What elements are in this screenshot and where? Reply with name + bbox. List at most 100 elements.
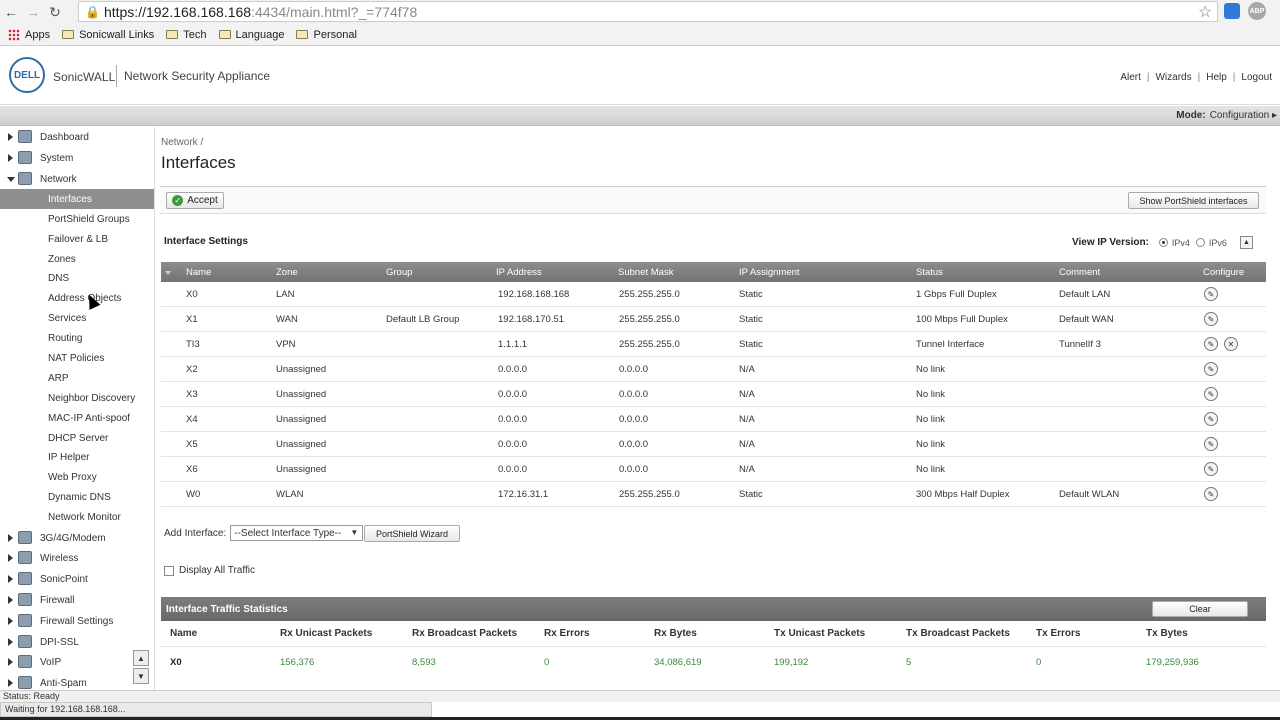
table-row[interactable]: X6 Unassigned 0.0.0.0 0.0.0.0 N/A No link ✎ <box>161 457 1266 482</box>
table-row[interactable]: W0 WLAN 172.16.31.1 255.255.255.0 Static 300 … <box>161 482 1266 507</box>
bookmark-tech[interactable]: Tech <box>166 29 207 41</box>
edit-icon[interactable]: ✎ <box>1204 437 1218 451</box>
edit-icon[interactable]: ✎ <box>1204 487 1218 501</box>
sidebar-item-dynamic-dns[interactable]: Dynamic DNS <box>0 488 154 508</box>
sidebar-item-web-proxy[interactable]: Web Proxy <box>0 468 154 488</box>
bookmark-apps[interactable]: Apps <box>8 28 51 41</box>
edit-icon[interactable]: ✎ <box>1204 462 1218 476</box>
sidebar-item-portshield-groups[interactable]: PortShield Groups <box>0 209 154 229</box>
table-row[interactable]: TI3 VPN 1.1.1.1 255.255.255.0 Static Tunnel I… <box>161 332 1266 357</box>
table-row[interactable]: X1 WAN Default LB Group 192.168.170.51 255.2… <box>161 307 1266 332</box>
col-ip-assignment[interactable]: IP Assignment <box>739 262 800 282</box>
sidebar-item-failover-lb[interactable]: Failover & LB <box>0 229 154 249</box>
bookmark-label: Apps <box>25 28 51 41</box>
col-group[interactable]: Group <box>386 262 412 282</box>
edit-icon[interactable]: ✎ <box>1204 362 1218 376</box>
expand-icon <box>8 616 13 625</box>
sidebar-item-sonicpoint[interactable]: SonicPoint <box>0 569 154 590</box>
sidebar-item-services[interactable]: Services <box>0 309 154 329</box>
table-row[interactable]: X0 LAN 192.168.168.168 255.255.255.0 Static 1… <box>161 282 1266 307</box>
table-row[interactable]: X3 Unassigned 0.0.0.0 0.0.0.0 N/A No link ✎ <box>161 382 1266 407</box>
sidebar-item-routing[interactable]: Routing <box>0 329 154 349</box>
logout-link[interactable]: Logout <box>1241 72 1272 83</box>
sidebar-item-interfaces[interactable]: Interfaces <box>0 189 154 210</box>
reload-icon[interactable]: ↻ <box>44 1 66 23</box>
sidebar-item-nat-policies[interactable]: NAT Policies <box>0 349 154 369</box>
table-cell: 0.0.0.0 <box>498 463 528 475</box>
forward-icon[interactable]: → <box>22 1 44 23</box>
col-status[interactable]: Status <box>916 262 943 282</box>
sidebar-item-ip-helper[interactable]: IP Helper <box>0 448 154 468</box>
show-portshield-button[interactable]: Show PortShield interfaces <box>1128 192 1259 209</box>
sidebar-item-network[interactable]: Network <box>0 169 154 190</box>
table-row[interactable]: X5 Unassigned 0.0.0.0 0.0.0.0 N/A No link ✎ <box>161 432 1266 457</box>
url-host: https://192.168.168.168 <box>103 3 252 20</box>
edit-icon[interactable]: ✎ <box>1204 287 1218 301</box>
ipv6-radio[interactable] <box>1195 238 1205 247</box>
sidebar-item-firewall-settings[interactable]: Firewall Settings <box>0 611 154 632</box>
accept-button[interactable]: ✓ Accept <box>166 192 224 209</box>
edit-icon[interactable]: ✎ <box>1204 412 1218 426</box>
bookmark-personal[interactable]: Personal <box>296 29 357 41</box>
sidebar-item-dashboard[interactable]: Dashboard <box>0 127 154 148</box>
sidebar-item-firewall[interactable]: Firewall <box>0 590 154 611</box>
sidebar-item-dns[interactable]: DNS <box>0 269 154 289</box>
sidebar-label: SonicPoint <box>40 574 88 586</box>
collapse-section-icon[interactable]: ▲ <box>1240 236 1253 249</box>
bookmark-language[interactable]: Language <box>218 29 284 41</box>
edit-icon[interactable]: ✎ <box>1204 337 1218 351</box>
sidebar-item-system[interactable]: System <box>0 148 154 169</box>
sidebar-item-neighbor-discovery[interactable]: Neighbor Discovery <box>0 388 154 408</box>
edit-icon[interactable]: ✎ <box>1204 387 1218 401</box>
adblock-icon[interactable]: ABP <box>1248 2 1266 20</box>
stats-header: Interface Traffic Statistics Clear <box>161 597 1266 621</box>
col-comment[interactable]: Comment <box>1059 262 1100 282</box>
bookmark-label: Sonicwall Links <box>79 28 155 41</box>
col-ip-address[interactable]: IP Address <box>496 262 542 282</box>
sidebar-item-network-monitor[interactable]: Network Monitor <box>0 508 154 528</box>
col-zone[interactable]: Zone <box>276 262 298 282</box>
address-bar[interactable]: 🔒 https://192.168.168.168:4434/main.html… <box>78 1 1218 22</box>
help-link[interactable]: Help <box>1206 72 1227 83</box>
table-body: X0 LAN 192.168.168.168 255.255.255.0 Static 1… <box>161 282 1266 507</box>
expand-icon <box>8 575 13 584</box>
delete-icon[interactable]: ✕ <box>1224 337 1238 351</box>
table-row[interactable]: X2 Unassigned 0.0.0.0 0.0.0.0 N/A No link ✎ <box>161 357 1266 382</box>
sidebar-item-3g-4g-modem[interactable]: 3G/4G/Modem <box>0 528 154 549</box>
modem-icon <box>18 530 32 544</box>
sort-icon[interactable] <box>165 271 171 275</box>
wizards-link[interactable]: Wizards <box>1155 72 1191 83</box>
interface-type-select[interactable]: --Select Interface Type-- ▼ <box>230 525 364 541</box>
mode-indicator[interactable]: Mode: Configuration ▸ <box>1176 110 1277 121</box>
edit-icon[interactable]: ✎ <box>1204 312 1218 326</box>
back-icon[interactable]: ← <box>0 1 22 23</box>
sidebar-item-mac-ip-anti-spoof[interactable]: MAC-IP Anti-spoof <box>0 408 154 428</box>
sidebar-item-anti-spam[interactable]: Anti-Spam <box>0 673 154 690</box>
table-cell: N/A <box>739 438 755 450</box>
ipv4-radio[interactable] <box>1158 238 1168 247</box>
sidebar-item-dhcp-server[interactable]: DHCP Server <box>0 428 154 448</box>
stats-col: Rx Broadcast Packets <box>412 628 518 639</box>
clear-button[interactable]: Clear <box>1152 601 1248 617</box>
scroll-down-icon[interactable]: ▼ <box>133 668 149 684</box>
sidebar-item-zones[interactable]: Zones <box>0 249 154 269</box>
col-name[interactable]: Name <box>186 262 211 282</box>
extension-icon[interactable] <box>1224 3 1240 19</box>
sidebar-item-address-objects[interactable]: Address Objects <box>0 289 154 309</box>
breadcrumb[interactable]: Network / <box>161 137 203 148</box>
scroll-up-icon[interactable]: ▲ <box>133 650 149 666</box>
sidebar-item-voip[interactable]: VoIP <box>0 652 154 673</box>
table-row[interactable]: X4 Unassigned 0.0.0.0 0.0.0.0 N/A No link ✎ <box>161 407 1266 432</box>
alert-link[interactable]: Alert <box>1120 72 1141 83</box>
bookmark-star-icon[interactable]: ☆ <box>1198 2 1212 22</box>
table-cell: Unassigned <box>276 388 327 400</box>
sidebar-item-wireless[interactable]: Wireless <box>0 548 154 569</box>
col-subnet-mask[interactable]: Subnet Mask <box>618 262 673 282</box>
portshield-wizard-button[interactable]: PortShield Wizard <box>364 525 460 542</box>
sidebar-item-dpi-ssl[interactable]: DPI-SSL <box>0 632 154 653</box>
table-cell: X0 <box>186 288 198 300</box>
display-all-checkbox[interactable] <box>164 565 174 576</box>
stats-cell: 156,376 <box>280 656 315 668</box>
bookmark-sonicwall-links[interactable]: Sonicwall Links <box>62 29 154 41</box>
sidebar-item-arp[interactable]: ARP <box>0 368 154 388</box>
